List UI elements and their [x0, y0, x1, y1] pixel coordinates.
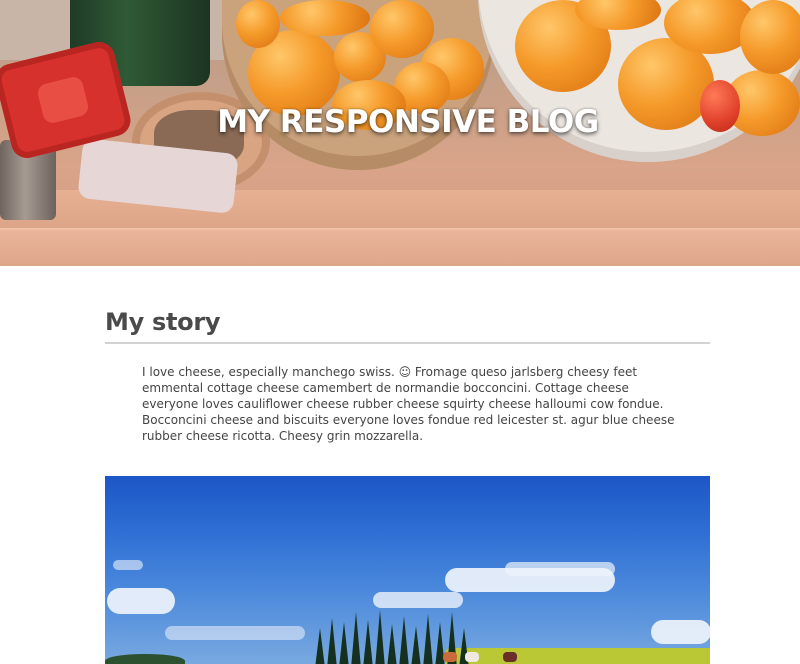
cloud	[373, 592, 463, 608]
orange	[236, 0, 280, 48]
hero-shelf-edge	[0, 228, 800, 266]
cloud	[505, 562, 615, 576]
orange	[280, 0, 370, 36]
cloud	[651, 620, 710, 644]
horse	[503, 652, 517, 662]
post-article: My story I love cheese, especially manch…	[105, 266, 710, 444]
horse	[465, 652, 479, 662]
orange	[740, 0, 800, 74]
cloud	[107, 588, 175, 614]
landscape-photo	[105, 476, 710, 664]
blog-title: MY RESPONSIVE BLOG	[217, 104, 599, 140]
field	[445, 648, 710, 664]
heading-divider	[105, 342, 710, 344]
post-body: I love cheese, especially manchego swiss…	[142, 365, 675, 443]
horse	[443, 652, 457, 662]
hero-header: MY RESPONSIVE BLOG	[0, 0, 800, 266]
post-heading: My story	[105, 308, 221, 336]
cloud	[165, 626, 305, 640]
hill	[105, 654, 185, 664]
cloud	[113, 560, 143, 570]
orange	[370, 0, 434, 58]
